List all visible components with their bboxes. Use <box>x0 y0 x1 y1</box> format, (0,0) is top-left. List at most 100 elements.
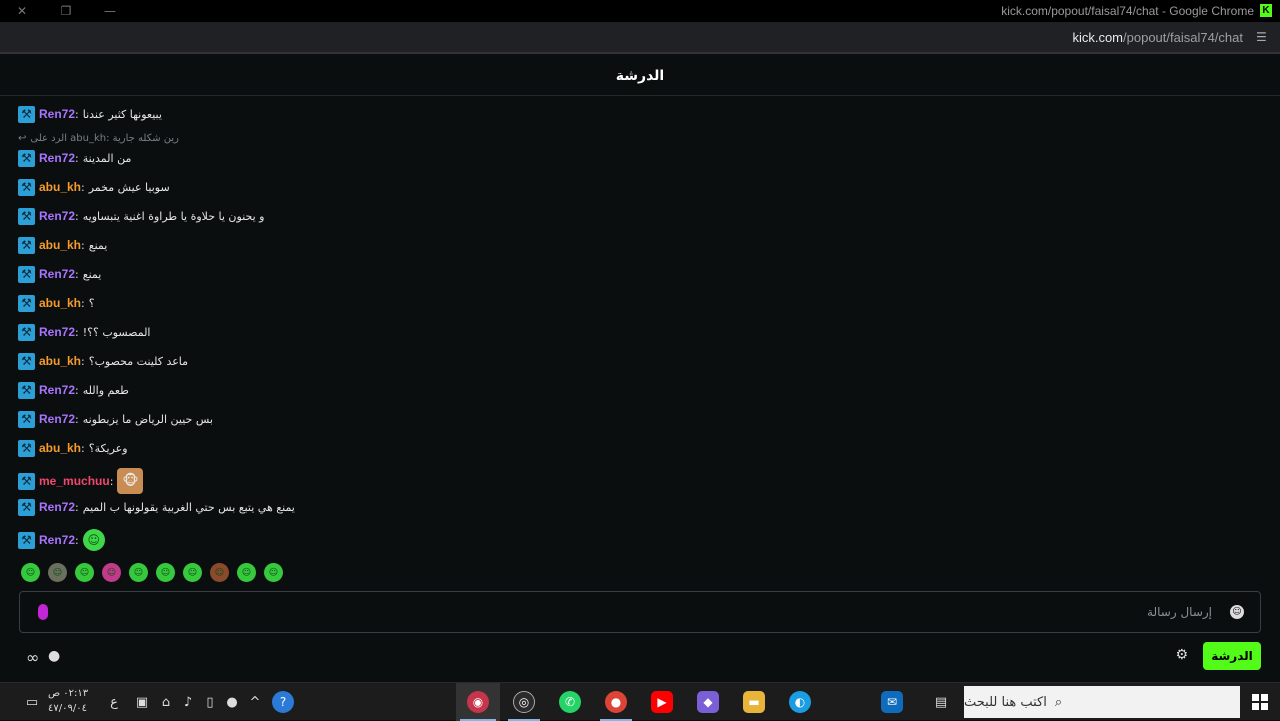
chat-username[interactable]: Ren72 <box>39 383 75 397</box>
system-clock[interactable]: ٠٢:١٣ ص ٤٧/٠٩/٠٤ <box>48 686 88 716</box>
help-icon[interactable]: ? <box>270 683 296 721</box>
chat-footer: ∞ ● ⚙ الدرشة <box>0 638 1280 678</box>
green-emote-icon: ☺ <box>82 529 105 551</box>
moderator-badge-icon[interactable]: ⚒ <box>18 352 35 370</box>
emoji-picker-icon[interactable]: ☺ <box>1230 605 1244 619</box>
moderator-badge-icon[interactable]: ⚒ <box>18 178 35 196</box>
chat-message[interactable]: ⚒ Ren72: و يحنون يا حلاوة يا طراوة اغنية ي… <box>18 206 264 226</box>
chat-username[interactable]: abu_kh <box>39 441 81 455</box>
moderator-badge-icon[interactable]: ⚒ <box>18 323 35 341</box>
moderator-badge-icon[interactable]: ⚒ <box>18 236 35 254</box>
taskbar-search-input[interactable]: ⌕ اكتب هنا للبحث <box>964 686 1240 718</box>
volume-icon[interactable]: ♪ <box>178 683 198 721</box>
moderator-badge-icon[interactable]: ⚒ <box>18 472 35 490</box>
send-chat-button[interactable]: الدرشة <box>1203 642 1261 670</box>
chat-username[interactable]: Ren72 <box>39 107 75 121</box>
chat-username[interactable]: Ren72 <box>39 325 75 339</box>
moderator-badge-icon[interactable]: ⚒ <box>18 410 35 428</box>
chat-username[interactable]: Ren72 <box>39 533 75 547</box>
chat-input-placeholder: إرسال رسالة <box>1147 605 1212 619</box>
taskbar-app-edge[interactable]: ◐ <box>780 683 820 721</box>
taskbar-app-youtube[interactable]: ▶ <box>642 683 682 721</box>
restore-window-icon[interactable]: ❐ <box>44 0 88 22</box>
dots-icon[interactable]: ● <box>48 648 60 664</box>
separator: : <box>75 412 79 426</box>
network-icon[interactable]: ⌂ <box>156 683 176 721</box>
emote-icon[interactable]: ☺ <box>264 563 283 582</box>
taskbar-app-chrome[interactable]: ● <box>596 683 636 721</box>
separator: : <box>81 238 85 252</box>
chat-message[interactable]: ⚒ abu_kh: يمنع <box>18 235 107 255</box>
chat-message[interactable]: ⚒ Ren72: يبيعونها كثير عندنا <box>18 104 162 124</box>
close-window-icon[interactable]: ✕ <box>0 0 44 22</box>
chat-message-text: يمنع <box>88 238 108 252</box>
display-icon[interactable]: ▣ <box>132 683 152 721</box>
chat-message[interactable]: ⚒ abu_kh: ؟ <box>18 293 95 313</box>
chat-message[interactable]: ⚒ me_muchuu: 🐵 <box>18 467 144 495</box>
infinity-icon[interactable]: ∞ <box>26 648 39 667</box>
chat-input[interactable]: إرسال رسالة ☺ <box>19 591 1261 633</box>
chat-message[interactable]: ⚒ Ren72: المصسوب ؟؟! <box>18 322 151 342</box>
chat-messages[interactable]: ↩ الرد على abu_kh: رين شكله جارية ⚒ Ren72: ي… <box>18 100 1258 554</box>
emote-icon[interactable]: ☺ <box>129 563 148 582</box>
moderator-badge-icon[interactable]: ⚒ <box>18 381 35 399</box>
emote-icon[interactable]: ☺ <box>237 563 256 582</box>
emote-icon[interactable]: ☺ <box>48 563 67 582</box>
taskbar-app-discord[interactable]: ◉ <box>456 683 500 721</box>
chat-username[interactable]: Ren72 <box>39 412 75 426</box>
chat-username[interactable]: abu_kh <box>39 354 81 368</box>
chat-username[interactable]: abu_kh <box>39 238 81 252</box>
moderator-badge-icon[interactable]: ⚒ <box>18 498 35 516</box>
moderator-badge-icon[interactable]: ⚒ <box>18 439 35 457</box>
moderator-badge-icon[interactable]: ⚒ <box>18 531 35 549</box>
emote-icon[interactable]: ☺ <box>21 563 40 582</box>
input-language[interactable]: ع <box>106 683 122 721</box>
chat-message[interactable]: ⚒ abu_kh: ماعد كلينت محصوب؟ <box>18 351 188 371</box>
emote-icon[interactable]: ☺ <box>183 563 202 582</box>
minimize-window-icon[interactable]: — <box>88 0 132 22</box>
url-display[interactable]: kick.com/popout/faisal74/chat <box>1072 30 1243 45</box>
battery-icon[interactable]: ▯ <box>200 683 220 721</box>
mic-tray-icon[interactable]: ● <box>222 683 242 721</box>
separator: : <box>75 267 79 281</box>
microphone-icon[interactable] <box>38 604 48 620</box>
chevron-up-icon[interactable]: ^ <box>245 683 265 721</box>
taskbar-search-placeholder: اكتب هنا للبحث <box>964 694 1047 710</box>
taskbar-app-m365[interactable]: ◆ <box>688 683 728 721</box>
chat-message[interactable]: ⚒ Ren72: يمنع <box>18 264 101 284</box>
chat-message[interactable]: ⚒ Ren72: طعم والله <box>18 380 129 400</box>
taskbar-app-obs[interactable]: ◎ <box>504 683 544 721</box>
chat-message[interactable]: ⚒ abu_kh: سوبيا عيش مخمر <box>18 177 170 197</box>
emote-icon[interactable]: ☺ <box>75 563 94 582</box>
site-settings-icon[interactable]: ☰ <box>1256 30 1270 44</box>
taskbar-app-outlook[interactable]: ✉ <box>872 683 912 721</box>
chat-message[interactable]: ⚒ Ren72: بس حيين الرياض ما يزبطونه <box>18 409 213 429</box>
chat-message[interactable]: ⚒ abu_kh: وعريكة؟ <box>18 438 128 458</box>
emote-icon[interactable]: ☺ <box>156 563 175 582</box>
moderator-badge-icon[interactable]: ⚒ <box>18 149 35 167</box>
gear-icon[interactable]: ⚙ <box>1175 647 1188 663</box>
chat-username[interactable]: Ren72 <box>39 267 75 281</box>
moderator-badge-icon[interactable]: ⚒ <box>18 265 35 283</box>
notifications-icon[interactable]: ▭ <box>20 683 44 721</box>
moderator-badge-icon[interactable]: ⚒ <box>18 105 35 123</box>
windows-start-icon[interactable] <box>1252 694 1268 710</box>
moderator-badge-icon[interactable]: ⚒ <box>18 207 35 225</box>
task-view-icon[interactable]: ▤ <box>928 683 954 721</box>
chat-username[interactable]: abu_kh <box>39 296 81 310</box>
chat-message[interactable]: ⚒ Ren72: ☺ <box>18 526 105 554</box>
chat-message[interactable]: ⚒ Ren72: من المدينة <box>18 148 131 168</box>
chat-message-text: ؟ <box>88 296 95 310</box>
chat-username[interactable]: me_muchuu <box>39 474 110 488</box>
emote-icon[interactable]: ☺ <box>210 563 229 582</box>
moderator-badge-icon[interactable]: ⚒ <box>18 294 35 312</box>
emote-icon[interactable]: ☺ <box>102 563 121 582</box>
chat-username[interactable]: abu_kh <box>39 180 81 194</box>
chat-username[interactable]: Ren72 <box>39 500 75 514</box>
chat-username[interactable]: Ren72 <box>39 209 75 223</box>
taskbar-app-file-explorer[interactable]: ▬ <box>734 683 774 721</box>
taskbar-app-whatsapp[interactable]: ✆ <box>550 683 590 721</box>
chat-username[interactable]: Ren72 <box>39 151 75 165</box>
chat-message[interactable]: ⚒ Ren72: يمنع هي يتبع بس حتي الغربية يقولو… <box>18 497 295 517</box>
chat-message-text: يمنع <box>82 267 102 281</box>
